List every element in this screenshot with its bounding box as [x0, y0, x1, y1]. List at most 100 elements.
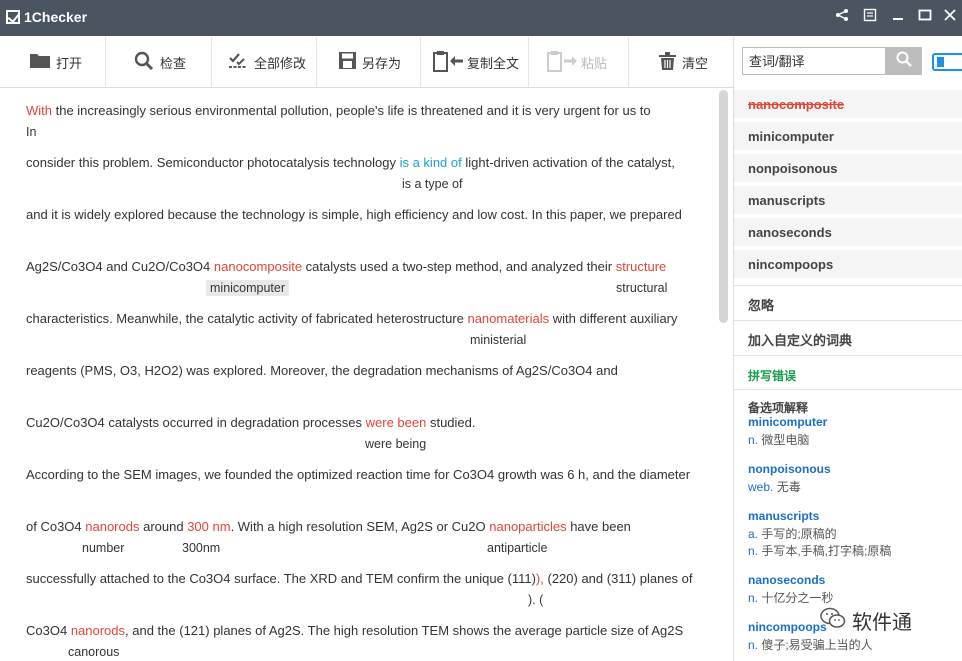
text-line: reagents (PMS, O3, H2O2) was explored. M… — [26, 363, 618, 378]
style-suggestion-word[interactable]: is a kind of — [400, 155, 462, 170]
error-word[interactable]: nanorods — [71, 623, 125, 638]
text-line: characteristics. Meanwhile, the catalyti… — [26, 311, 678, 326]
inline-suggestion[interactable]: canorous — [68, 645, 119, 659]
inline-suggestion[interactable]: number — [82, 541, 124, 555]
glossary-definition: a. 手写的;原稿的 — [748, 525, 837, 542]
open-button[interactable]: 打开 — [0, 37, 106, 87]
copy-all-button[interactable]: 复制全文 — [421, 37, 529, 87]
paste-button[interactable]: 粘贴 — [529, 37, 629, 87]
error-word[interactable]: were been — [366, 415, 427, 430]
definition-text: 十亿分之一秒 — [758, 591, 834, 605]
part-of-speech: n. — [748, 433, 759, 447]
glossary-word[interactable]: minicomputer — [748, 415, 827, 429]
suggestion-item[interactable]: nanoseconds — [734, 218, 962, 248]
error-word[interactable]: With — [26, 103, 52, 118]
watermark: 软件通 — [820, 606, 912, 635]
text-segment: . With a high resolution SEM, Ag2S or Cu… — [230, 519, 490, 534]
close-icon[interactable] — [941, 8, 959, 26]
suggestion-panel: nanocomposite minicomputer nonpoisonous … — [733, 37, 962, 661]
definition-text: 手写的;原稿的 — [758, 527, 837, 541]
inline-suggestion[interactable]: In — [26, 125, 36, 139]
error-word[interactable]: nanorods — [85, 519, 139, 534]
add-to-dictionary-button[interactable]: 加入自定义的词典 — [748, 330, 852, 349]
minimize-icon[interactable] — [889, 8, 907, 26]
open-label: 打开 — [56, 55, 83, 71]
glossary-definition: web. 无毒 — [748, 478, 801, 495]
part-of-speech: n. — [748, 591, 759, 605]
suggestion-item[interactable]: nonpoisonous — [734, 154, 962, 184]
part-of-speech: a. — [748, 527, 759, 541]
text-line: consider this problem. Semiconductor pho… — [26, 155, 675, 170]
text-segment: Ag2S/Co3O4 and Cu2O/Co3O4 — [26, 259, 214, 274]
inline-suggestion[interactable]: ). ( — [528, 593, 543, 607]
check-label: 检查 — [160, 55, 187, 71]
text-segment: catalysts used a two-step method, and an… — [302, 259, 616, 274]
glossary-definition: n. 十亿分之一秒 — [748, 589, 833, 606]
fix-all-button[interactable]: 全部修改 — [212, 37, 317, 87]
editor-scrollbar[interactable] — [716, 88, 732, 661]
glossary-word[interactable]: manuscripts — [748, 509, 819, 523]
maximize-icon[interactable] — [916, 8, 934, 26]
check-button[interactable]: 检查 — [106, 37, 212, 87]
inline-suggestion[interactable]: 300nm — [182, 541, 220, 555]
part-of-speech: n. — [748, 544, 759, 558]
error-word[interactable]: structure — [616, 259, 667, 274]
inline-suggestion[interactable]: ministerial — [470, 333, 526, 347]
folder-icon — [30, 53, 50, 71]
error-word[interactable]: nanoparticles — [489, 519, 566, 534]
suggestion-item[interactable]: minicomputer — [734, 122, 962, 152]
inline-suggestion-selected[interactable]: minicomputer — [206, 280, 290, 296]
error-word[interactable]: 300 nm — [187, 519, 230, 534]
text-editor[interactable]: With the increasingly serious environmen… — [0, 88, 716, 661]
text-segment: Co3O4 — [26, 623, 71, 638]
text-segment: of Co3O4 — [26, 519, 86, 534]
suggestion-item[interactable]: manuscripts — [734, 186, 962, 216]
text-segment: (220) and (311) planes of — [543, 571, 693, 586]
suggestion-item[interactable]: nincompoops — [734, 250, 962, 280]
text-line: With the increasingly serious environmen… — [26, 103, 651, 118]
save-as-label: 另存为 — [362, 55, 402, 71]
divider — [734, 285, 962, 286]
search-icon — [896, 51, 912, 72]
divider — [734, 389, 962, 390]
glossary-word[interactable]: nincompoops — [748, 620, 827, 634]
part-of-speech: n. — [748, 638, 759, 652]
definition-text: 傻子;易受骗上当的人 — [758, 638, 873, 652]
glossary-definition: n. 微型电脑 — [748, 431, 809, 448]
toggle-knob — [937, 57, 944, 67]
divider — [734, 355, 962, 356]
glossary-word[interactable]: nanoseconds — [748, 573, 825, 587]
text-segment: studied. — [426, 415, 476, 430]
text-segment: consider this problem. Semiconductor pho… — [26, 155, 400, 170]
inline-suggestion[interactable]: is a type of — [402, 177, 462, 191]
wechat-logo-icon — [820, 607, 846, 635]
lookup-button[interactable] — [886, 47, 922, 75]
text-segment: Cu2O/Co3O4 catalysts occurred in degrada… — [26, 415, 366, 430]
scrollbar-thumb[interactable] — [719, 90, 728, 323]
text-line: successfully attached to the Co3O4 surfa… — [26, 571, 693, 586]
inline-suggestion[interactable]: were being — [365, 437, 426, 451]
check-list-icon — [228, 52, 248, 73]
text-segment: light-driven activation of the catalyst, — [461, 155, 675, 170]
definition-text: 无毒 — [773, 480, 801, 494]
clear-button[interactable]: 清空 — [629, 37, 733, 87]
error-word[interactable]: ), — [536, 571, 544, 586]
ignore-button[interactable]: 忽略 — [748, 295, 774, 314]
lookup-input[interactable] — [742, 47, 886, 75]
error-word[interactable]: nanocomposite — [214, 259, 302, 274]
panel-toggle[interactable] — [932, 53, 962, 71]
text-line: Co3O4 nanorods, and the (121) planes of … — [26, 623, 683, 638]
share-icon[interactable] — [833, 8, 851, 26]
glossary-word[interactable]: nonpoisonous — [748, 462, 831, 476]
search-icon — [134, 51, 154, 74]
save-disk-icon — [339, 52, 356, 72]
copy-clipboard-icon — [433, 50, 465, 75]
inline-suggestion[interactable]: antiparticle — [487, 541, 547, 555]
save-as-button[interactable]: 另存为 — [317, 37, 421, 87]
error-word[interactable]: nanomaterials — [467, 311, 549, 326]
text-line: According to the SEM images, we founded … — [26, 467, 691, 482]
glossary-definition: n. 傻子;易受骗上当的人 — [748, 636, 873, 653]
inline-suggestion[interactable]: structural — [616, 281, 667, 295]
paste-label: 粘贴 — [581, 55, 608, 71]
notes-icon[interactable] — [861, 8, 879, 26]
